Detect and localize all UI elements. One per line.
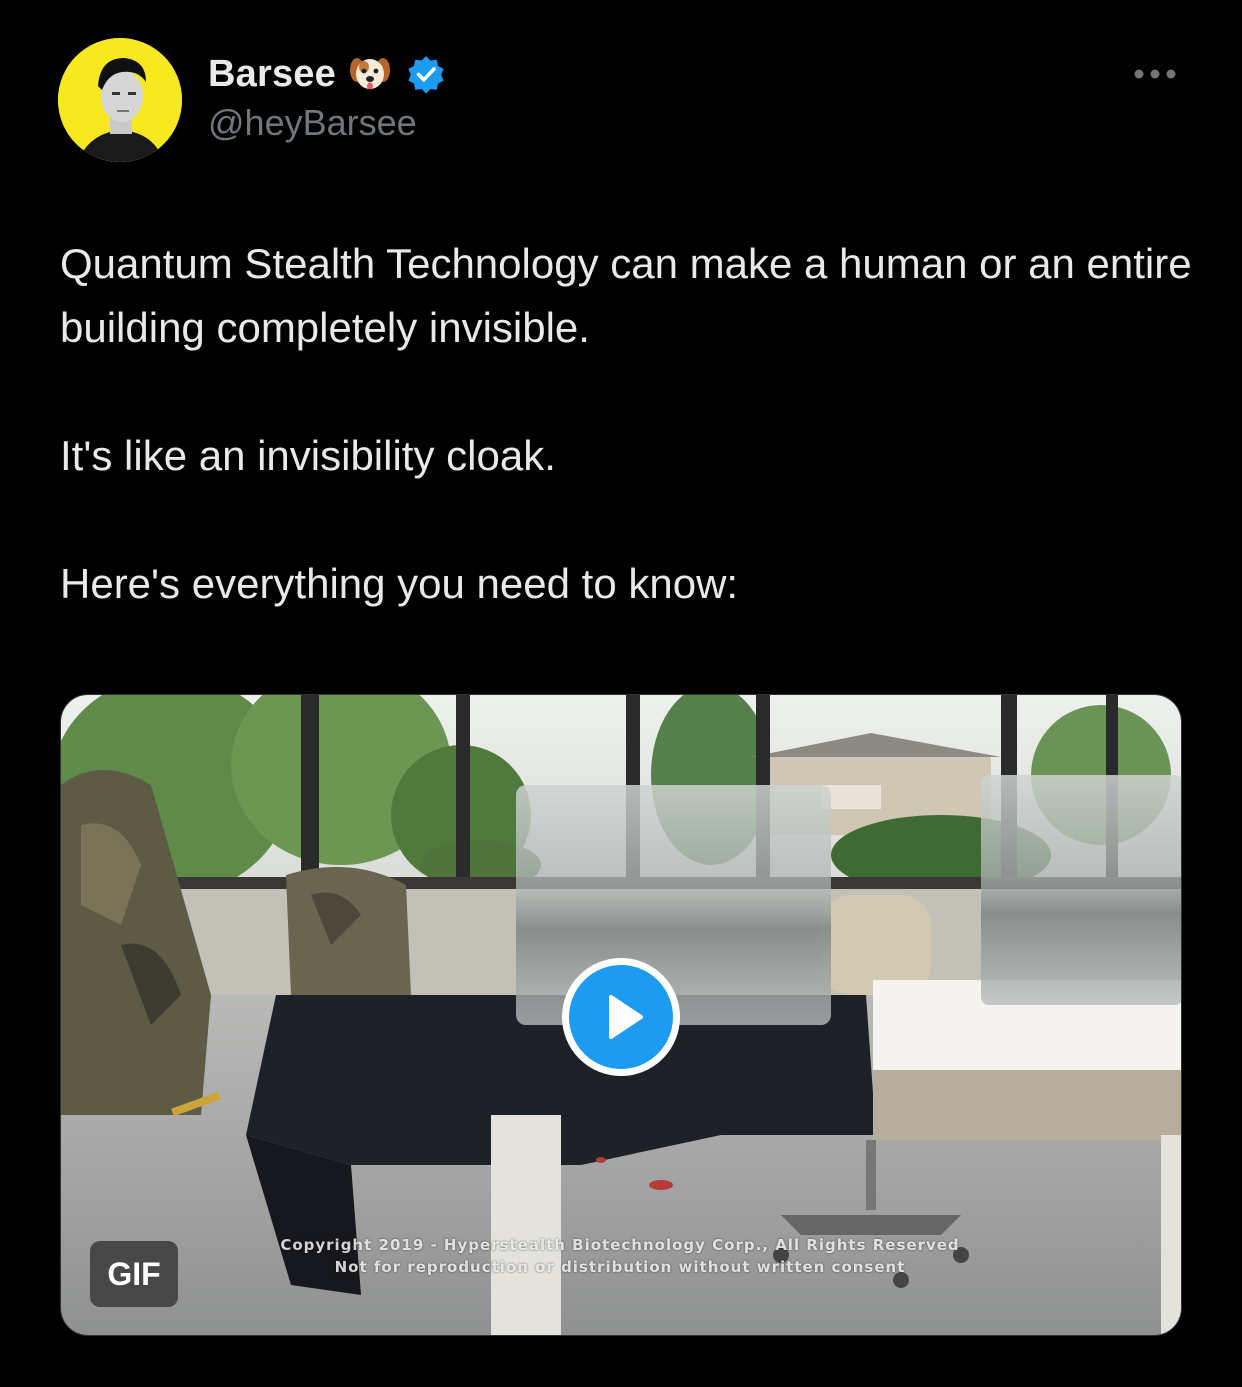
avatar-photo (58, 38, 182, 162)
tweet-paragraph: Quantum Stealth Technology can make a hu… (60, 240, 1192, 351)
avatar[interactable] (58, 38, 182, 162)
play-icon (609, 995, 643, 1039)
more-options-icon[interactable] (1132, 62, 1178, 86)
tweet-text: Quantum Stealth Technology can make a hu… (60, 232, 1200, 616)
author-name-row: Barsee (208, 50, 446, 98)
verified-badge-icon (406, 54, 446, 94)
author-display-name[interactable]: Barsee (208, 53, 336, 96)
gif-copyright-watermark: Copyright 2019 - Hyperstealth Biotechnol… (180, 1234, 1060, 1278)
copyright-line-1: Copyright 2019 - Hyperstealth Biotechnol… (280, 1236, 960, 1254)
play-button[interactable] (562, 958, 680, 1076)
copyright-line-2: Not for reproduction or distribution wit… (334, 1258, 906, 1276)
dog-face-icon (348, 52, 392, 96)
tweet-paragraph: It's like an invisibility cloak. (60, 432, 556, 479)
author-handle[interactable]: @heyBarsee (208, 102, 417, 144)
gif-badge: GIF (90, 1241, 178, 1307)
tweet-paragraph: Here's everything you need to know: (60, 560, 739, 607)
